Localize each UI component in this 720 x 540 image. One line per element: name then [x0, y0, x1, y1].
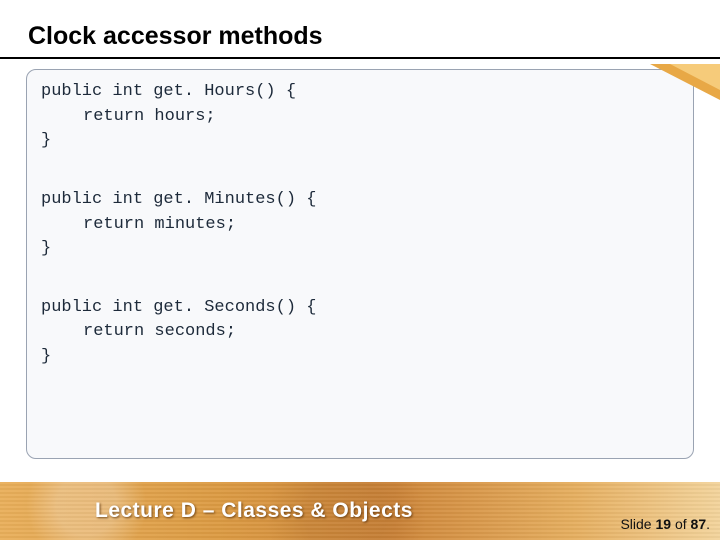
code-line: }: [41, 129, 679, 154]
code-line: return hours;: [41, 105, 679, 130]
code-block: public int get. Hours() { return hours; …: [26, 69, 694, 459]
slide-number: Slide 19 of 87.: [618, 514, 712, 534]
code-line: public int get. Hours() {: [41, 80, 679, 105]
code-line: public int get. Minutes() {: [41, 188, 679, 213]
slide-prefix: Slide: [620, 516, 655, 532]
code-line: return seconds;: [41, 320, 679, 345]
code-line: return minutes;: [41, 213, 679, 238]
footer-band: Lecture D – Classes & Objects: [0, 482, 720, 540]
slide-title: Clock accessor methods: [0, 0, 720, 59]
code-line: }: [41, 237, 679, 262]
lecture-label: Lecture D – Classes & Objects: [95, 499, 413, 523]
code-line: public int get. Seconds() {: [41, 296, 679, 321]
slide-current: 19: [655, 516, 671, 532]
slide-suffix: .: [706, 516, 710, 532]
slide-of: of: [671, 516, 690, 532]
code-line: }: [41, 345, 679, 370]
slide-total: 87: [691, 516, 707, 532]
corner-decoration: [650, 64, 720, 100]
